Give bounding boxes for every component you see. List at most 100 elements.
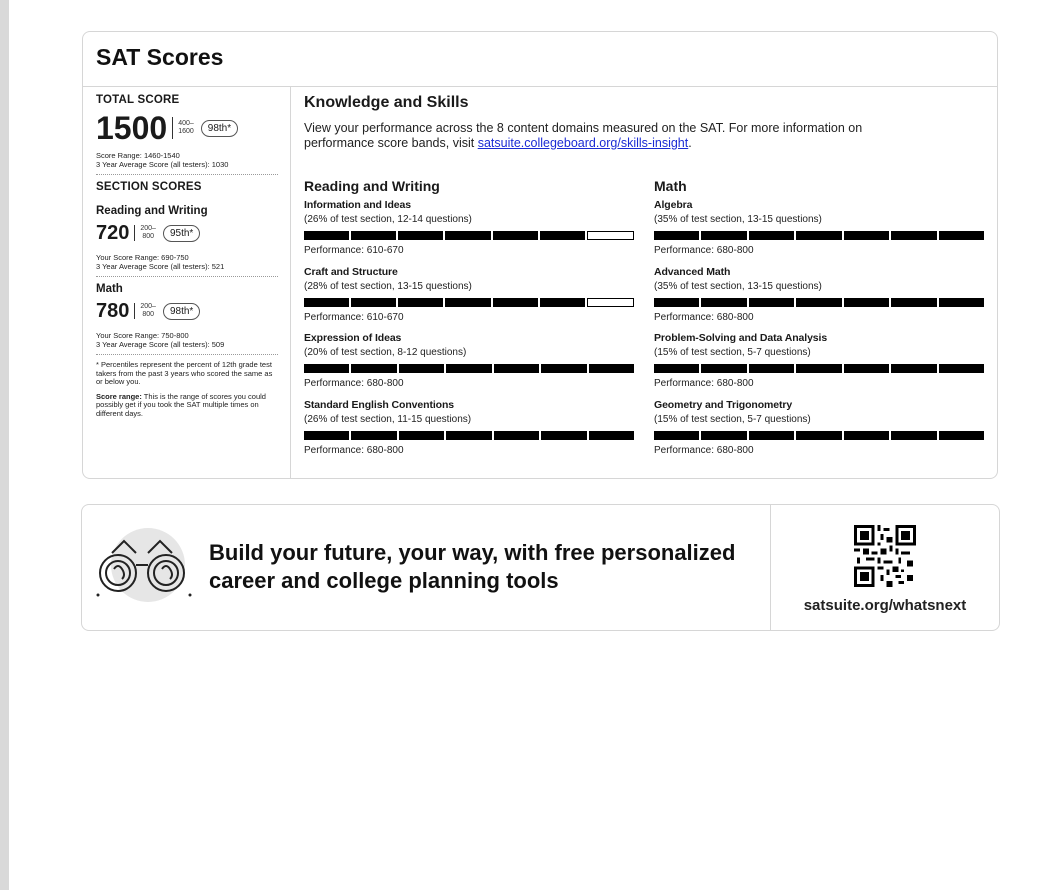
total-percentile-badge: 98th*: [200, 119, 239, 137]
bar-segment-empty: [586, 297, 634, 307]
bar-segment-filled: [796, 297, 842, 307]
sat-scores-card: SAT Scores TOTAL SCORE 1500 400– 1600 98…: [82, 31, 998, 479]
domain-performance: Performance: 680-800: [304, 378, 404, 389]
bar-segment-filled: [398, 297, 444, 307]
divider: [770, 505, 771, 630]
section-scores-label: SECTION SCORES: [96, 181, 202, 193]
performance-bar: [304, 231, 634, 240]
performance-bar: [304, 297, 634, 307]
total-score-label: TOTAL SCORE: [96, 94, 180, 106]
bar-segment-filled: [541, 430, 587, 440]
divider: [96, 276, 278, 277]
rw-score: 720: [96, 222, 130, 244]
domain-weight: (26% of test section, 12-14 questions): [304, 214, 472, 225]
divider: [96, 174, 278, 175]
performance-bar: [654, 231, 984, 240]
bar-segment-filled: [398, 430, 445, 440]
math-column-title: Math: [654, 178, 687, 194]
rw-score-row: 720 200– 800 95th*: [96, 221, 278, 245]
domain-weight: (15% of test section, 5-7 questions): [654, 347, 811, 358]
performance-bar: [654, 364, 984, 373]
knowledge-skills: Knowledge and Skills View your performan…: [304, 94, 984, 456]
bar-segment-filled: [445, 297, 491, 307]
bar-segment-filled: [539, 297, 585, 307]
percentile-note: * Percentiles represent the percent of 1…: [96, 360, 273, 386]
domain-performance: Performance: 680-800: [654, 311, 754, 323]
bar-segment-filled: [748, 430, 795, 440]
bar-segment-filled: [938, 430, 984, 440]
bar-segment-filled: [304, 231, 350, 240]
domain-item: Information and Ideas (26% of test sectio…: [304, 199, 634, 266]
bar-segment-filled: [445, 231, 491, 240]
domain-weight: (35% of test section, 13-15 questions): [654, 280, 822, 292]
domain-item: Algebra (35% of test section, 13-15 quest…: [654, 199, 984, 266]
total-score-row: 1500 400– 1600 98th*: [96, 111, 278, 145]
rw-percentile-badge: 95th*: [162, 224, 201, 242]
bar-segment-filled: [351, 364, 397, 373]
bar-segment-filled: [446, 364, 492, 373]
bar-segment-filled: [891, 297, 937, 307]
domain-item: Geometry and Trigonometry (15% of test se…: [654, 399, 984, 466]
bar-segment-filled: [843, 430, 890, 440]
bar-segment-filled: [398, 231, 444, 240]
bar-segment-filled: [701, 430, 747, 440]
bar-segment-filled: [938, 364, 984, 373]
bar-segment-filled: [446, 430, 492, 440]
banner-headline: Build your future, your way, with free p…: [209, 540, 736, 593]
bar-segment-filled: [654, 297, 700, 307]
domain-performance: Performance: 680-800: [654, 378, 754, 389]
math-percentile-badge: 98th*: [162, 302, 201, 320]
domain-name: Problem-Solving and Data Analysis: [654, 332, 828, 344]
math-score: 780: [96, 300, 130, 322]
bar-segment-filled: [493, 364, 540, 373]
bar-segment-filled: [351, 231, 397, 240]
rw-column-title: Reading and Writing: [304, 178, 440, 194]
bar-segment-filled: [891, 231, 937, 240]
bar-segment-filled: [654, 364, 700, 373]
qr-code-icon[interactable]: [854, 525, 916, 587]
bar-segment-filled: [891, 430, 937, 440]
total-average: 3 Year Average Score (all testers): 1030: [96, 160, 229, 169]
binoculars-icon: [96, 528, 192, 602]
domain-performance: Performance: 610-670: [304, 245, 404, 256]
bar-segment-filled: [938, 297, 984, 307]
domain-performance: Performance: 680-800: [304, 444, 404, 456]
bar-segment-filled: [748, 297, 795, 307]
math-domain-list: Algebra (35% of test section, 13-15 quest…: [654, 199, 984, 465]
domain-item: Advanced Math (35% of test section, 13-15…: [654, 266, 984, 333]
domain-item: Expression of Ideas (20% of test section,…: [304, 332, 634, 399]
score-summary: TOTAL SCORE 1500 400– 1600 98th* Score R…: [96, 94, 278, 418]
planning-tools-banner: Build your future, your way, with free p…: [81, 504, 1000, 631]
knowledge-skills-description: View your performance across the 8 conte…: [304, 121, 863, 150]
domain-weight: (20% of test section, 8-12 questions): [304, 347, 467, 358]
divider: [83, 86, 997, 87]
domain-item: Craft and Structure (28% of test section,…: [304, 266, 634, 333]
math-average: 3 Year Average Score (all testers): 509: [96, 340, 225, 349]
card-title: SAT Scores: [96, 44, 224, 70]
rw-score-range: Your Score Range: 690-750: [96, 253, 189, 262]
rw-average: 3 Year Average Score (all testers): 521: [96, 262, 225, 271]
domain-performance: Performance: 680-800: [654, 444, 754, 456]
separator: [134, 225, 136, 241]
domain-weight: (15% of test section, 5-7 questions): [654, 413, 811, 425]
rw-section-name: Reading and Writing: [96, 205, 208, 217]
domain-name: Standard English Conventions: [304, 398, 455, 411]
bar-segment-filled: [351, 430, 397, 440]
performance-bar: [304, 364, 634, 373]
domain-performance: Performance: 680-800: [654, 245, 754, 256]
bar-segment-filled: [701, 297, 747, 307]
bar-segment-filled: [304, 430, 350, 440]
separator: [172, 117, 174, 139]
math-section-name: Math: [96, 283, 123, 295]
whatsnext-url[interactable]: satsuite.org/whatsnext: [782, 597, 988, 614]
bar-segment-filled: [891, 364, 937, 373]
rw-score-scale: 200– 800: [140, 225, 156, 240]
bar-segment-filled: [701, 364, 747, 373]
domain-weight: (35% of test section, 13-15 questions): [654, 214, 822, 225]
skills-insight-link[interactable]: satsuite.collegeboard.org/skills-insight: [478, 136, 689, 150]
bar-segment-filled: [654, 430, 700, 440]
math-score-scale: 200– 800: [140, 303, 156, 318]
math-score-row: 780 200– 800 98th*: [96, 299, 278, 323]
bar-segment-filled: [796, 430, 842, 440]
domain-weight: (28% of test section, 13-15 questions): [304, 280, 472, 292]
